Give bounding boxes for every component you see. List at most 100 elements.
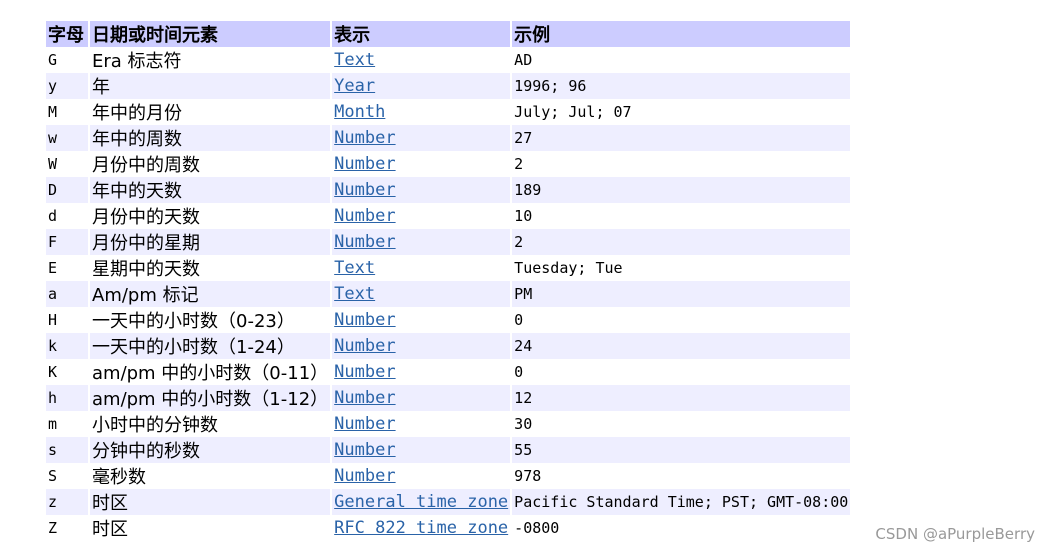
date-time-element: am/pm 中的小时数（0-11）	[90, 359, 331, 385]
date-time-element: am/pm 中的小时数（1-12）	[90, 385, 331, 411]
presentation-link[interactable]: Number	[334, 154, 395, 174]
pattern-letter: w	[46, 125, 88, 151]
pattern-letter: F	[46, 229, 88, 255]
presentation-link[interactable]: Number	[334, 206, 395, 226]
presentation-link[interactable]: Text	[334, 284, 375, 304]
presentation-cell: Number	[332, 229, 511, 255]
header-element: 日期或时间元素	[90, 21, 331, 47]
presentation-cell: Number	[332, 125, 511, 151]
presentation-link[interactable]: Text	[334, 50, 375, 70]
table-header-row: 字母 日期或时间元素 表示 示例	[46, 21, 851, 47]
example-value: -0800	[512, 515, 851, 541]
table-row: y 年 Year 1996; 96	[46, 73, 851, 99]
presentation-cell: RFC 822 time zone	[332, 515, 511, 541]
presentation-cell: Number	[332, 333, 511, 359]
table-row: F 月份中的星期 Number 2	[46, 229, 851, 255]
presentation-link[interactable]: Number	[334, 232, 395, 252]
table-row: w 年中的周数 Number 27	[46, 125, 851, 151]
presentation-link[interactable]: Number	[334, 388, 395, 408]
date-time-element: 毫秒数	[90, 463, 331, 489]
date-time-element: 时区	[90, 489, 331, 515]
pattern-letter: s	[46, 437, 88, 463]
date-time-element: 星期中的天数	[90, 255, 331, 281]
date-time-element: 小时中的分钟数	[90, 411, 331, 437]
pattern-letter: W	[46, 151, 88, 177]
presentation-link[interactable]: Month	[334, 102, 385, 122]
example-value: 2	[512, 151, 851, 177]
presentation-cell: Number	[332, 177, 511, 203]
table-row: G Era 标志符 Text AD	[46, 47, 851, 73]
date-format-table: 字母 日期或时间元素 表示 示例 G Era 标志符 Text AD y 年 Year 199…	[44, 21, 852, 541]
date-time-element: Era 标志符	[90, 47, 331, 73]
table-row: a Am/pm 标记 Text PM	[46, 281, 851, 307]
presentation-link[interactable]: Number	[334, 310, 395, 330]
presentation-cell: Year	[332, 73, 511, 99]
presentation-link[interactable]: Number	[334, 362, 395, 382]
pattern-letter: h	[46, 385, 88, 411]
pattern-letter: Z	[46, 515, 88, 541]
example-value: 24	[512, 333, 851, 359]
example-value: 30	[512, 411, 851, 437]
pattern-letter: z	[46, 489, 88, 515]
date-time-element: 年中的月份	[90, 99, 331, 125]
example-value: 2	[512, 229, 851, 255]
pattern-letter: D	[46, 177, 88, 203]
example-value: 0	[512, 307, 851, 333]
presentation-link[interactable]: Number	[334, 180, 395, 200]
presentation-link[interactable]: RFC 822 time zone	[334, 518, 508, 538]
date-time-element: 一天中的小时数（1-24）	[90, 333, 331, 359]
table-row: M 年中的月份 Month July; Jul; 07	[46, 99, 851, 125]
date-time-element: 月份中的天数	[90, 203, 331, 229]
presentation-link[interactable]: Year	[334, 76, 375, 96]
presentation-link[interactable]: Number	[334, 440, 395, 460]
presentation-link[interactable]: Text	[334, 258, 375, 278]
table-body: G Era 标志符 Text AD y 年 Year 1996; 96 M 年中的月份 Month J…	[46, 47, 851, 541]
date-time-element: 一天中的小时数（0-23）	[90, 307, 331, 333]
presentation-cell: Number	[332, 411, 511, 437]
date-time-element: Am/pm 标记	[90, 281, 331, 307]
table-row: m 小时中的分钟数 Number 30	[46, 411, 851, 437]
pattern-letter: d	[46, 203, 88, 229]
table-row: W 月份中的周数 Number 2	[46, 151, 851, 177]
example-value: 189	[512, 177, 851, 203]
pattern-letter: k	[46, 333, 88, 359]
watermark: CSDN @aPurpleBerry	[875, 525, 1035, 543]
presentation-link[interactable]: Number	[334, 128, 395, 148]
example-value: 27	[512, 125, 851, 151]
table-row: Kam/pm 中的小时数（0-11） Number 0	[46, 359, 851, 385]
presentation-cell: Number	[332, 385, 511, 411]
example-value: 12	[512, 385, 851, 411]
presentation-cell: Number	[332, 307, 511, 333]
example-value: PM	[512, 281, 851, 307]
table-row: S 毫秒数 Number 978	[46, 463, 851, 489]
presentation-cell: Number	[332, 151, 511, 177]
header-presentation: 表示	[332, 21, 511, 47]
date-time-element: 年中的周数	[90, 125, 331, 151]
date-time-element: 月份中的星期	[90, 229, 331, 255]
table-row: Z 时区 RFC 822 time zone -0800	[46, 515, 851, 541]
presentation-cell: Number	[332, 359, 511, 385]
header-example: 示例	[512, 21, 851, 47]
example-value: July; Jul; 07	[512, 99, 851, 125]
date-time-element: 月份中的周数	[90, 151, 331, 177]
table-row: z 时区 General time zone Pacific Standard Tim…	[46, 489, 851, 515]
table-row: H 一天中的小时数（0-23） Number 0	[46, 307, 851, 333]
presentation-cell: Text	[332, 281, 511, 307]
example-value: 0	[512, 359, 851, 385]
pattern-letter: a	[46, 281, 88, 307]
presentation-link[interactable]: General time zone	[334, 492, 508, 512]
presentation-link[interactable]: Number	[334, 336, 395, 356]
date-time-element: 年中的天数	[90, 177, 331, 203]
pattern-letter: y	[46, 73, 88, 99]
pattern-letter: m	[46, 411, 88, 437]
table-row: s 分钟中的秒数 Number 55	[46, 437, 851, 463]
example-value: 10	[512, 203, 851, 229]
example-value: Pacific Standard Time; PST; GMT-08:00	[512, 489, 851, 515]
presentation-cell: Number	[332, 463, 511, 489]
table-row: E 星期中的天数 Text Tuesday; Tue	[46, 255, 851, 281]
example-value: 55	[512, 437, 851, 463]
presentation-link[interactable]: Number	[334, 466, 395, 486]
presentation-cell: General time zone	[332, 489, 511, 515]
presentation-link[interactable]: Number	[334, 414, 395, 434]
date-time-element: 时区	[90, 515, 331, 541]
